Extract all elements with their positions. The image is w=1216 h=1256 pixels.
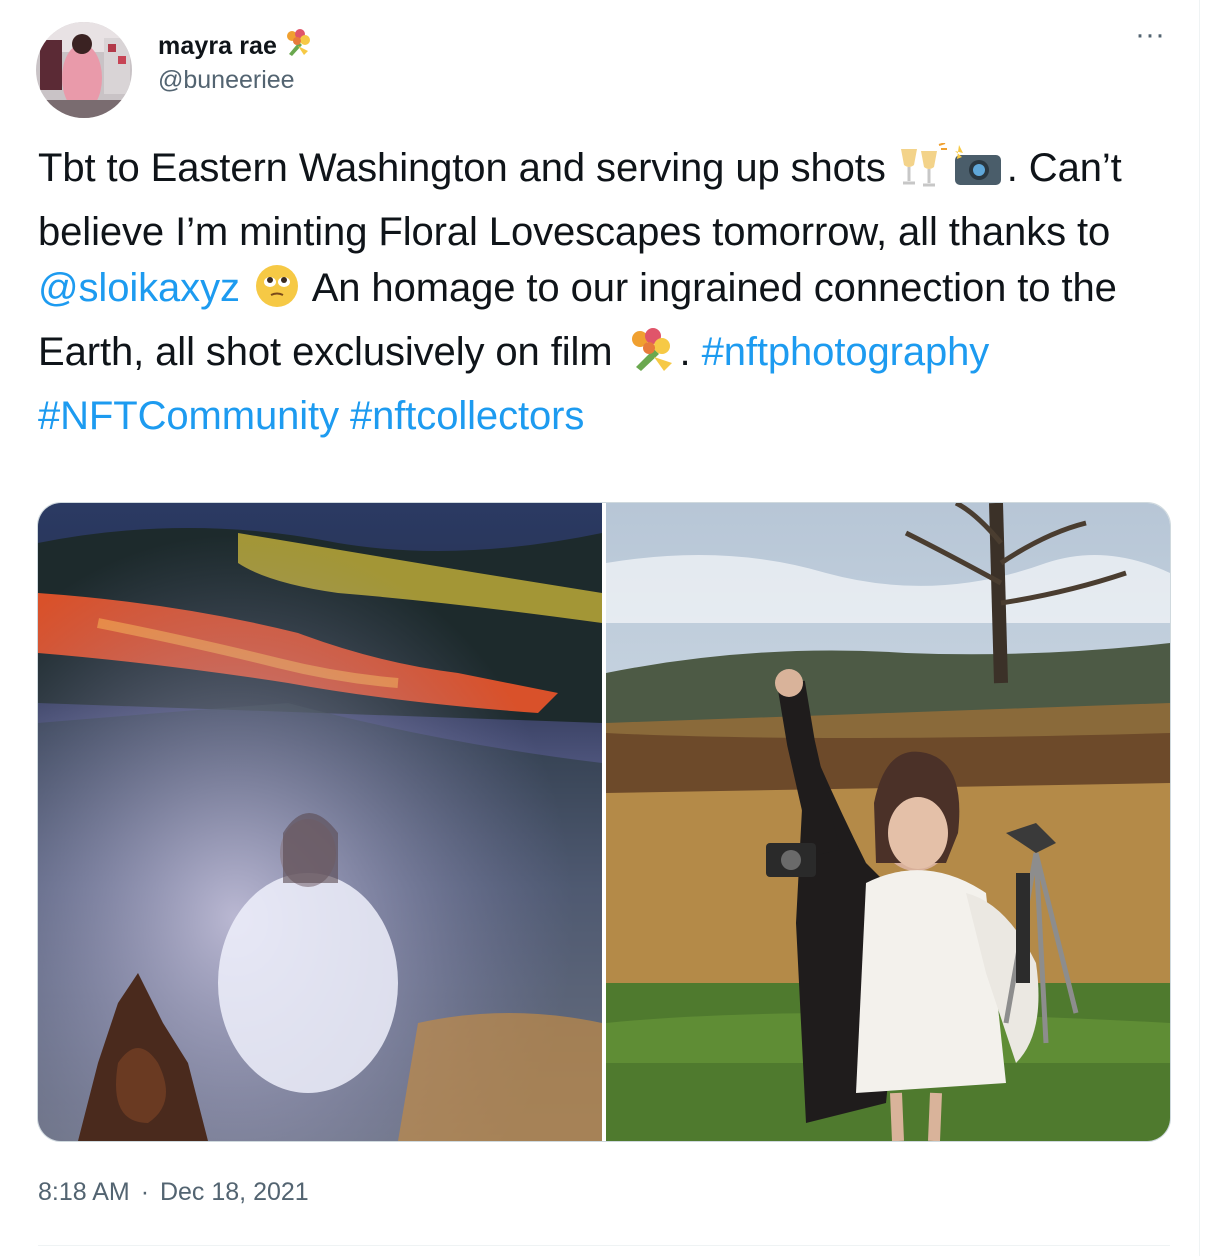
tweet-text-part: . <box>679 330 702 374</box>
display-name[interactable]: mayra rae <box>158 28 313 65</box>
tweet-timestamp: 8:18 AM · Dec 18, 2021 <box>38 1178 309 1207</box>
pleading-face-icon <box>251 263 303 324</box>
tweet-card: mayra rae @buneeriee ··· Tbt to Eastern … <box>0 0 1200 1256</box>
tweet-date[interactable]: Dec 18, 2021 <box>160 1178 309 1206</box>
photo-right[interactable] <box>606 503 1170 1141</box>
user-handle[interactable]: @buneeriee <box>158 66 295 95</box>
camera-flash-icon <box>949 143 1007 204</box>
photo-left[interactable] <box>38 503 602 1141</box>
bouquet-icon <box>283 28 313 65</box>
avatar[interactable] <box>36 22 132 118</box>
bouquet-icon <box>624 327 680 388</box>
divider <box>38 1245 1170 1246</box>
hashtag-link[interactable]: #nftcollectors <box>350 394 584 438</box>
tweet-text-part: Tbt to Eastern Washington and serving up… <box>38 146 897 190</box>
more-options-button[interactable]: ··· <box>1130 20 1170 62</box>
tweet-time[interactable]: 8:18 AM <box>38 1178 130 1206</box>
timestamp-separator: · <box>140 1178 150 1206</box>
display-name-text: mayra rae <box>158 32 278 60</box>
mention-link[interactable]: @sloikaxyz <box>38 266 240 310</box>
tweet-text: Tbt to Eastern Washington and serving up… <box>38 140 1188 444</box>
hashtag-link[interactable]: #NFTCommunity <box>38 394 339 438</box>
hashtag-link[interactable]: #nftphotography <box>702 330 990 374</box>
media-grid <box>37 502 1171 1142</box>
champagne-glasses-icon <box>897 142 949 204</box>
